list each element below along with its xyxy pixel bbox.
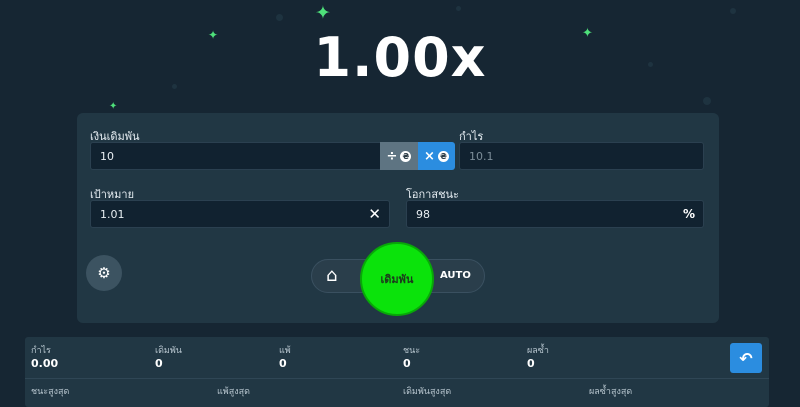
stats-panel: กำไร 0.00 เดิมพัน 0 แพ้ 0 ชนะ 0 ผลซ้ำ 0 … — [25, 337, 769, 407]
halve-bet-button[interactable]: ÷ ₴ — [380, 142, 418, 170]
gear-icon: ⚙ — [97, 264, 111, 282]
home-icon[interactable]: ⌂ — [326, 265, 337, 286]
double-bet-button[interactable]: × ₴ — [418, 142, 455, 170]
target-value: 1.01 — [100, 208, 125, 221]
stat-streak-value: 0 — [527, 357, 535, 370]
background-dot — [730, 8, 736, 14]
close-icon[interactable]: ✕ — [368, 205, 381, 223]
stat-profit-label: กำไร — [31, 346, 51, 356]
stat-max-bet-label: เดิมพันสูงสุด — [403, 387, 452, 397]
bet-button-label: เดิมพัน — [380, 273, 414, 286]
stats-divider — [25, 378, 769, 379]
divide-icon: ÷ — [386, 148, 398, 164]
sparkle-icon: ✦ — [315, 2, 331, 24]
stat-wins-label: ชนะ — [403, 346, 421, 356]
stat-bets-value: 0 — [155, 357, 163, 370]
stat-losses-label: แพ้ — [279, 346, 291, 356]
background-dot — [276, 14, 283, 21]
stat-profit-value: 0.00 — [31, 357, 59, 370]
coin-icon: ₴ — [437, 150, 449, 162]
win-chance-value: 98 — [416, 208, 430, 221]
profit-value: 10.1 — [469, 150, 494, 163]
sparkle-icon: ✦ — [109, 101, 118, 112]
stat-bets-label: เดิมพัน — [155, 346, 182, 356]
settings-button[interactable]: ⚙ — [86, 255, 122, 291]
bet-amount-field[interactable]: 10 ÷ ₴ × ₴ — [90, 142, 455, 170]
auto-button[interactable]: AUTO — [440, 270, 471, 281]
multiplier-display: 1.00x — [313, 26, 487, 89]
stat-streak-label: ผลซ้ำ — [527, 346, 549, 356]
bet-amount-value: 10 — [100, 150, 114, 163]
stat-max-loss-label: แพ้สูงสุด — [217, 387, 250, 397]
stat-max-streak-label: ผลซ้ำสูงสุด — [589, 387, 633, 397]
stat-wins-value: 0 — [403, 357, 411, 370]
background-dot — [703, 97, 711, 105]
background-dot — [456, 6, 461, 11]
win-chance-field[interactable]: 98 % — [406, 200, 704, 228]
bet-button[interactable]: เดิมพัน — [360, 242, 434, 316]
stat-max-win-label: ชนะสูงสุด — [31, 387, 70, 397]
reset-stats-button[interactable]: ↶ — [730, 343, 762, 373]
coin-icon: ₴ — [400, 150, 412, 162]
target-field[interactable]: 1.01 ✕ — [90, 200, 390, 228]
undo-icon: ↶ — [739, 348, 753, 368]
bet-panel: เงินเดิมพัน 10 ÷ ₴ × ₴ กำไร 10.1 เป้าหมา… — [77, 113, 719, 323]
stat-losses-value: 0 — [279, 357, 287, 370]
profit-field: 10.1 — [459, 142, 704, 170]
multiply-icon: × — [424, 148, 435, 164]
percent-icon: % — [682, 207, 695, 221]
